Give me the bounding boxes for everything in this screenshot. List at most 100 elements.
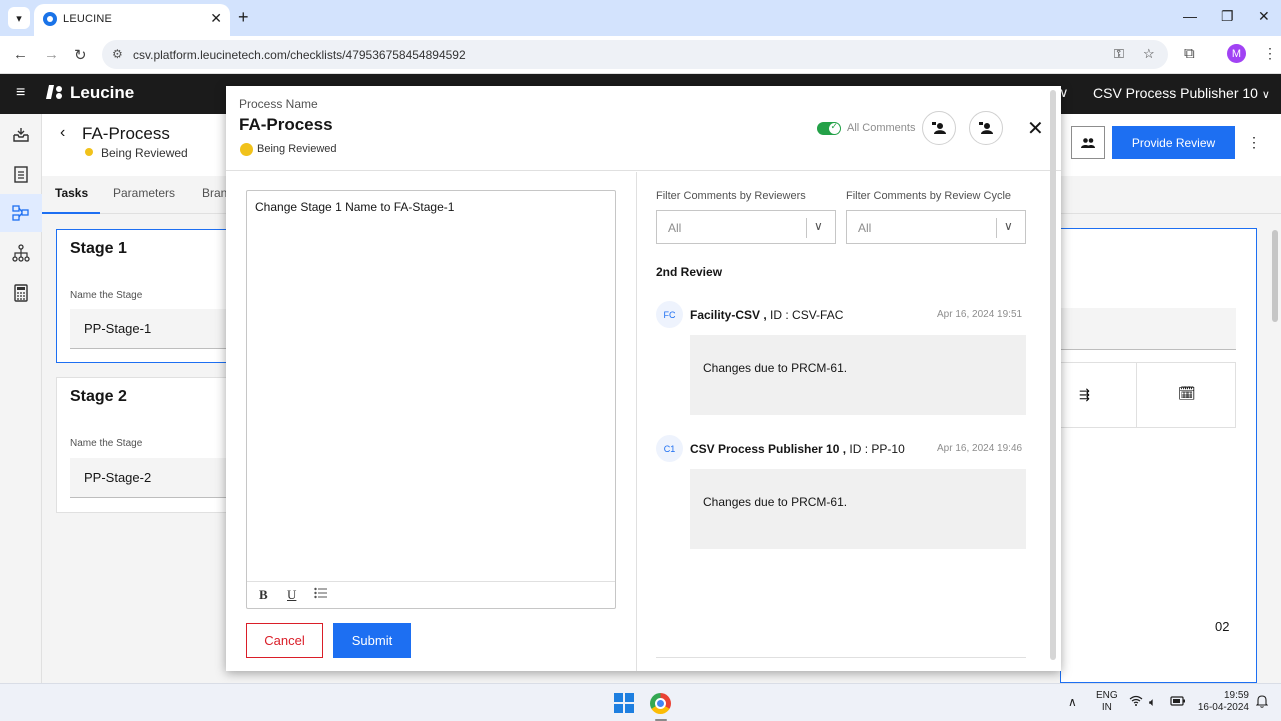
provide-review-button[interactable]: Provide Review	[1112, 126, 1235, 159]
modal-header: Process Name FA-Process Being Reviewed ✓…	[226, 86, 1061, 171]
windows-start-icon[interactable]	[614, 693, 634, 713]
process-name: FA-Process	[239, 115, 333, 134]
task-field[interactable]	[1060, 308, 1236, 350]
back-arrow-icon[interactable]: ‹	[60, 124, 65, 142]
browser-menu-icon[interactable]: ⋮	[1263, 45, 1277, 62]
process-nav-icon[interactable]	[0, 194, 42, 232]
all-comments-toggle[interactable]: ✓	[817, 121, 841, 135]
user-name: CSV Process Publisher 10	[1093, 85, 1258, 101]
hierarchy-nav-icon[interactable]	[0, 234, 42, 272]
avatar: FC	[656, 301, 683, 328]
cancel-button[interactable]: Cancel	[246, 623, 323, 658]
extensions-icon[interactable]: ⧉	[1184, 45, 1195, 62]
profile-avatar[interactable]: M	[1227, 44, 1246, 63]
stage-name-input[interactable]: PP-Stage-1	[70, 309, 240, 349]
stage-title: Stage 1	[70, 240, 127, 257]
stage-field-label: Name the Stage	[70, 290, 143, 301]
back-icon[interactable]: ←	[13, 46, 28, 63]
restore-icon[interactable]: ❐	[1221, 8, 1234, 25]
tab-branching[interactable]: Bran	[202, 186, 227, 200]
password-key-icon[interactable]: ⚿	[1114, 46, 1124, 62]
hamburger-menu-icon[interactable]: ≡	[16, 84, 25, 102]
bullet-list-icon[interactable]	[314, 587, 328, 602]
window-close-icon[interactable]: ✕	[1258, 8, 1270, 25]
stage-card-2[interactable]: Stage 2 Name the Stage PP-Stage-2	[56, 377, 240, 513]
checklist-nav-icon[interactable]	[0, 155, 42, 193]
status-dot-icon	[240, 143, 253, 156]
region-code: IN	[1101, 702, 1112, 713]
collaborators-button[interactable]	[1071, 126, 1105, 159]
checkmark-icon: ✓	[830, 121, 838, 131]
chrome-taskbar-icon[interactable]	[650, 693, 671, 714]
wifi-icon[interactable]	[1129, 695, 1143, 709]
left-nav-rail	[0, 114, 42, 683]
schedule-icon[interactable]: 🗓	[1178, 385, 1196, 402]
address-bar[interactable]: ⚙ csv.platform.leucinetech.com/checklist…	[102, 40, 1168, 69]
reviewers-button[interactable]	[969, 111, 1003, 145]
assign-reviewer-button[interactable]	[922, 111, 956, 145]
person-assign-icon	[932, 122, 946, 134]
comment-text: Changes due to PRCM-61.	[703, 361, 848, 375]
reload-icon[interactable]: ↻	[74, 46, 87, 64]
tab-title: LEUCINE	[63, 13, 113, 25]
clock-time: 19:59	[1223, 690, 1249, 701]
page-title: FA-Process	[82, 124, 170, 143]
comment-body: Changes due to PRCM-61.	[690, 469, 1026, 549]
stage-name-input[interactable]: PP-Stage-2	[70, 458, 240, 498]
underline-button[interactable]: U	[287, 587, 296, 603]
clock[interactable]: 19:59 16-04-2024	[1196, 690, 1249, 714]
process-name-label: Process Name	[239, 97, 318, 111]
inbox-nav-icon[interactable]	[0, 116, 42, 154]
forward-icon[interactable]: →	[44, 46, 59, 63]
logo-text: Leucine	[70, 83, 135, 102]
chevron-down-icon[interactable]: ∨	[1004, 219, 1013, 233]
tab-search-button[interactable]: ▾	[8, 7, 30, 29]
task-action-bar: ⇶ 🗓	[1060, 362, 1236, 428]
chevron-down-icon[interactable]: ∨	[814, 219, 823, 233]
person-list-icon	[979, 122, 993, 134]
editor-text[interactable]: Change Stage 1 Name to FA-Stage-1	[255, 200, 454, 214]
volume-icon[interactable]: 🔈︎	[1149, 695, 1156, 710]
stage-card-1[interactable]: Stage 1 Name the Stage PP-Stage-1	[56, 229, 240, 363]
page-scrollbar[interactable]	[1272, 230, 1278, 322]
windows-taskbar: ∧ ENG IN 🔈︎ 19:59 16-04-2024	[0, 683, 1281, 721]
leucine-logo-icon	[46, 85, 62, 99]
minimize-icon[interactable]: —	[1183, 8, 1197, 24]
battery-icon[interactable]	[1170, 695, 1186, 709]
site-settings-icon[interactable]: ⚙	[112, 47, 123, 61]
comment-text: Changes due to PRCM-61.	[703, 495, 848, 509]
notification-bell-icon[interactable]	[1255, 695, 1269, 711]
user-chevron-icon: ∨	[1261, 89, 1270, 101]
leucine-favicon-icon	[43, 12, 57, 26]
language-indicator[interactable]: ENG IN	[1096, 690, 1118, 714]
url-text: csv.platform.leucinetech.com/checklists/…	[133, 48, 466, 62]
all-comments-label: All Comments	[847, 122, 916, 134]
bookmark-star-icon[interactable]: ☆	[1143, 46, 1155, 62]
select-separator	[996, 218, 997, 238]
reports-nav-icon[interactable]	[0, 274, 42, 312]
browser-tab[interactable]: LEUCINE ✕	[34, 4, 230, 36]
branching-icon[interactable]: ⇶	[1079, 387, 1090, 403]
reviewer-filter-value: All	[668, 221, 682, 235]
new-tab-icon[interactable]: +	[238, 7, 249, 28]
close-tab-icon[interactable]: ✕	[210, 10, 222, 27]
bold-button[interactable]: B	[259, 587, 268, 603]
modal-scrollbar[interactable]	[1050, 90, 1056, 660]
tray-overflow-icon[interactable]: ∧	[1068, 695, 1077, 709]
tab-parameters[interactable]: Parameters	[113, 186, 175, 200]
reviewer-filter-select[interactable]: All ∨	[656, 210, 836, 244]
cycle-filter-select[interactable]: All ∨	[846, 210, 1026, 244]
select-separator	[806, 218, 807, 238]
comment-editor[interactable]: Change Stage 1 Name to FA-Stage-1 B U	[246, 190, 616, 609]
browser-toolbar: ← → ↻ ⚙ csv.platform.leucinetech.com/che…	[0, 36, 1281, 74]
comment-date: Apr 16, 2024 19:46	[937, 443, 1023, 454]
submit-button[interactable]: Submit	[333, 623, 411, 658]
reviewer-filter-label: Filter Comments by Reviewers	[656, 190, 806, 202]
clock-date: 16-04-2024	[1197, 702, 1249, 713]
tab-tasks[interactable]: Tasks	[55, 186, 88, 200]
comment-author: Facility-CSV , ID : CSV-FAC	[690, 308, 843, 322]
close-icon[interactable]: ✕	[1027, 116, 1044, 141]
more-options-icon[interactable]: ⋮	[1245, 126, 1263, 159]
modal-divider	[636, 172, 637, 671]
user-menu[interactable]: CSV Process Publisher 10 ∨	[1093, 85, 1270, 101]
